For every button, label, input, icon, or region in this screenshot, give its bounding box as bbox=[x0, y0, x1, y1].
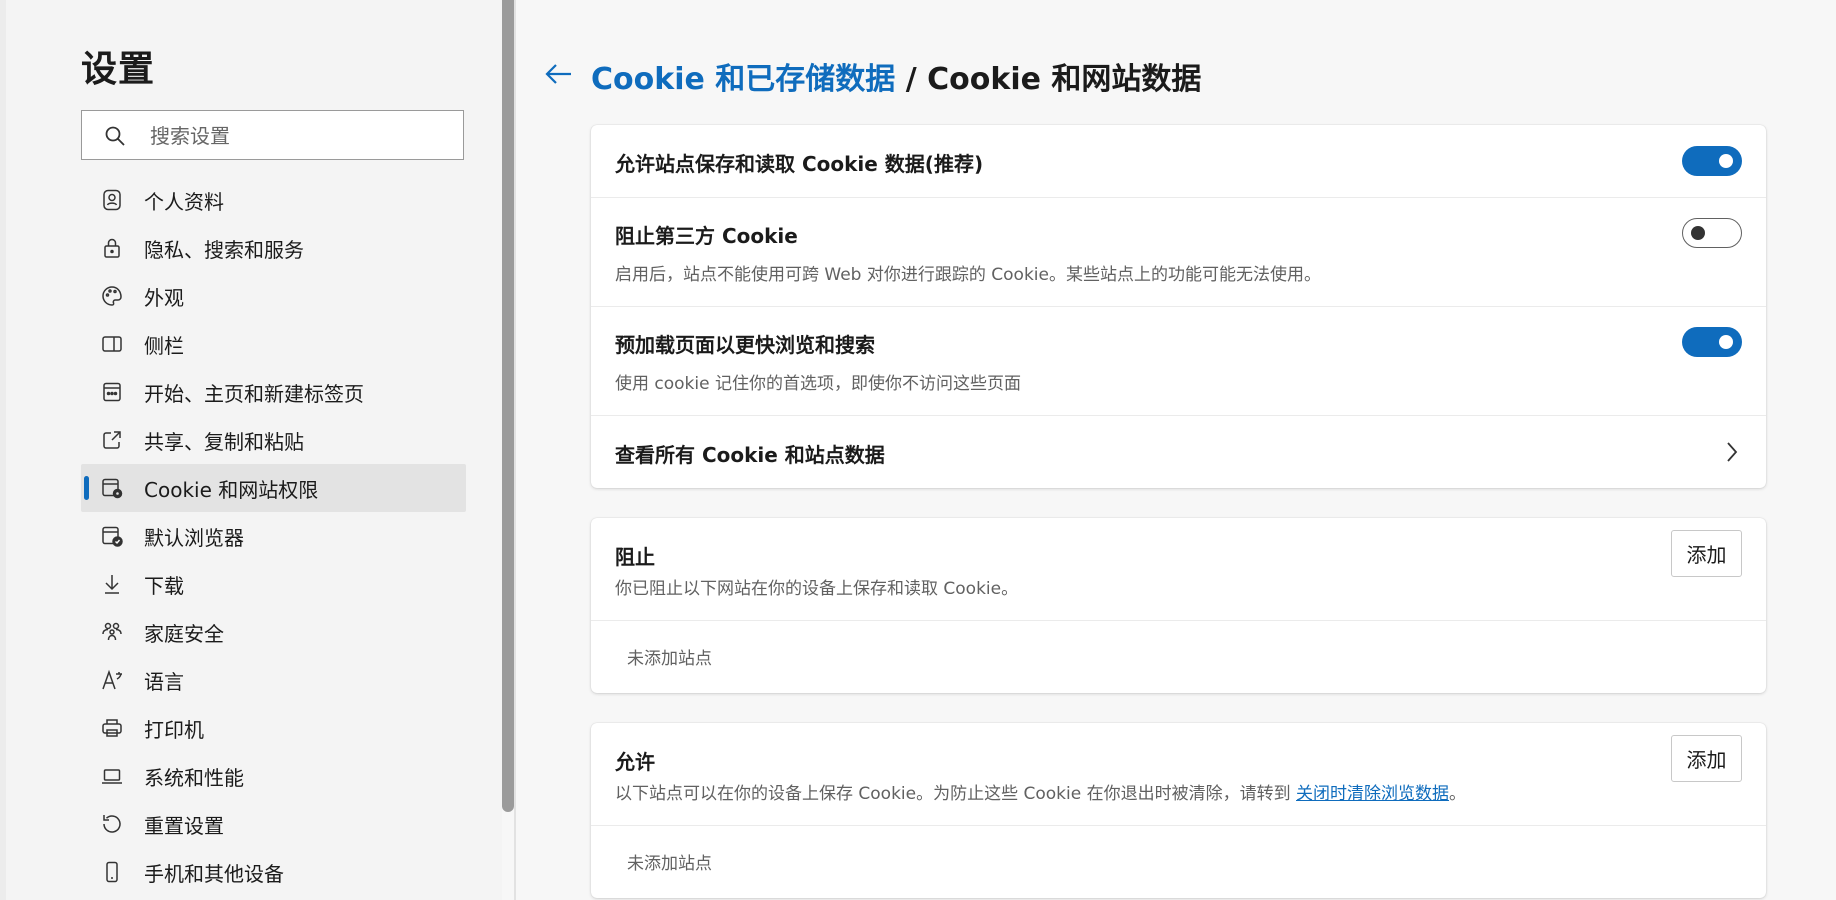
block-empty-text: 未添加站点 bbox=[627, 649, 712, 669]
printer-icon bbox=[102, 719, 122, 737]
allow-cookies-row: 允许站点保存和读取 Cookie 数据(推荐) bbox=[591, 125, 1766, 198]
share-icon bbox=[103, 431, 121, 449]
breadcrumb-separator: / bbox=[905, 62, 917, 97]
sidebar-item-languages[interactable]: 语言 bbox=[81, 656, 466, 704]
reset-icon bbox=[103, 815, 121, 833]
sidebar-item-label: 系统和性能 bbox=[144, 765, 244, 790]
sidebar-item-cookies-permissions[interactable]: Cookie 和网站权限 bbox=[81, 464, 466, 512]
sidebar-edge bbox=[0, 0, 6, 900]
sidebar-item-label: 侧栏 bbox=[144, 333, 184, 358]
allow-section-description: 以下站点可以在你的设备上保存 Cookie。为防止这些 Cookie 在你退出时… bbox=[615, 779, 1466, 804]
chevron-right-icon bbox=[1727, 442, 1738, 462]
allow-empty-text: 未添加站点 bbox=[627, 854, 712, 874]
allow-empty-row: 未添加站点 bbox=[591, 825, 1766, 898]
sidebar-scrollbar[interactable] bbox=[502, 0, 514, 812]
laptop-icon bbox=[102, 769, 122, 784]
sidebar-title: 设置 bbox=[81, 49, 156, 90]
block-sites-card: 阻止 你已阻止以下网站在你的设备上保存和读取 Cookie。 添加 未添加站点 bbox=[591, 518, 1766, 693]
allow-cookies-title: 允许站点保存和读取 Cookie 数据(推荐) bbox=[615, 152, 984, 176]
block-add-button[interactable]: 添加 bbox=[1671, 530, 1742, 577]
sidebar-item-label: 重置设置 bbox=[144, 813, 224, 838]
palette-icon bbox=[102, 286, 122, 306]
default-browser-icon bbox=[102, 526, 123, 547]
preload-pages-toggle[interactable] bbox=[1682, 327, 1742, 357]
sidebar-icon bbox=[102, 336, 122, 352]
allow-sites-card: 允许 以下站点可以在你的设备上保存 Cookie。为防止这些 Cookie 在你… bbox=[591, 723, 1766, 898]
sidebar-item-label: 家庭安全 bbox=[144, 621, 224, 646]
home-icon bbox=[103, 382, 121, 402]
block-section-description: 你已阻止以下网站在你的设备上保存和读取 Cookie。 bbox=[615, 579, 1019, 599]
sidebar-item-label: 打印机 bbox=[144, 717, 204, 742]
search-box[interactable] bbox=[81, 110, 464, 161]
sidebar-item-label: 语言 bbox=[144, 669, 184, 694]
toggle-knob bbox=[1719, 154, 1733, 168]
cookie-settings-icon bbox=[102, 478, 123, 499]
page-title: Cookie 和网站数据 bbox=[927, 62, 1202, 97]
sidebar-item-label: 默认浏览器 bbox=[144, 525, 244, 550]
preload-pages-row: 预加载页面以更快浏览和搜索 使用 cookie 记住你的首选项，即使你不访问这些… bbox=[591, 306, 1766, 416]
family-icon bbox=[102, 622, 122, 641]
allow-cookies-toggle[interactable] bbox=[1682, 146, 1742, 176]
allow-add-button[interactable]: 添加 bbox=[1671, 735, 1742, 782]
sidebar-nav: 个人资料 隐私、搜索和服务 外观 侧栏 开始、主页和新建标签页 共享、复制和粘贴… bbox=[81, 176, 466, 896]
block-third-party-toggle[interactable] bbox=[1682, 218, 1742, 248]
sidebar-item-label: 个人资料 bbox=[144, 189, 224, 214]
preload-pages-title: 预加载页面以更快浏览和搜索 bbox=[615, 333, 875, 357]
back-arrow-icon[interactable] bbox=[543, 58, 575, 90]
profile-icon bbox=[103, 189, 121, 211]
breadcrumb-parent-link[interactable]: Cookie 和已存储数据 bbox=[591, 62, 895, 97]
allow-section-title: 允许 bbox=[615, 750, 655, 774]
sidebar-item-phone-devices[interactable]: 手机和其他设备 bbox=[81, 848, 466, 896]
block-third-party-title: 阻止第三方 Cookie bbox=[615, 224, 798, 248]
settings-sidebar: 设置 个人资料 隐私、搜索和服务 外观 bbox=[0, 0, 502, 900]
cookie-settings-card: 允许站点保存和读取 Cookie 数据(推荐) 阻止第三方 Cookie 启用后… bbox=[591, 125, 1766, 488]
sidebar-item-label: 开始、主页和新建标签页 bbox=[144, 381, 364, 406]
view-all-cookies-title: 查看所有 Cookie 和站点数据 bbox=[615, 443, 885, 467]
main-content: Cookie 和已存储数据 / Cookie 和网站数据 允许站点保存和读取 C… bbox=[516, 0, 1836, 900]
sidebar-item-sidebar[interactable]: 侧栏 bbox=[81, 320, 466, 368]
sidebar-item-privacy[interactable]: 隐私、搜索和服务 bbox=[81, 224, 466, 272]
breadcrumb: Cookie 和已存储数据 / Cookie 和网站数据 bbox=[591, 54, 1201, 98]
sidebar-item-label: 手机和其他设备 bbox=[144, 861, 284, 886]
toggle-knob bbox=[1719, 335, 1733, 349]
toggle-knob bbox=[1691, 226, 1705, 240]
block-third-party-description: 启用后，站点不能使用可跨 Web 对你进行跟踪的 Cookie。某些站点上的功能… bbox=[615, 265, 1321, 285]
sidebar-item-default-browser[interactable]: 默认浏览器 bbox=[81, 512, 466, 560]
sidebar-item-profile[interactable]: 个人资料 bbox=[81, 176, 466, 224]
clear-on-close-link[interactable]: 关闭时清除浏览数据 bbox=[1296, 784, 1449, 804]
sidebar-item-label: 共享、复制和粘贴 bbox=[144, 429, 304, 454]
sidebar-item-label: 下载 bbox=[144, 573, 184, 598]
language-icon bbox=[102, 669, 122, 690]
sidebar-item-printers[interactable]: 打印机 bbox=[81, 704, 466, 752]
preload-pages-description: 使用 cookie 记住你的首选项，即使你不访问这些页面 bbox=[615, 374, 1021, 394]
allow-header-row: 允许 以下站点可以在你的设备上保存 Cookie。为防止这些 Cookie 在你… bbox=[591, 723, 1766, 826]
search-icon bbox=[105, 126, 125, 146]
block-empty-row: 未添加站点 bbox=[591, 620, 1766, 693]
block-third-party-row: 阻止第三方 Cookie 启用后，站点不能使用可跨 Web 对你进行跟踪的 Co… bbox=[591, 197, 1766, 307]
sidebar-item-label: Cookie 和网站权限 bbox=[144, 477, 319, 502]
sidebar-item-system-performance[interactable]: 系统和性能 bbox=[81, 752, 466, 800]
sidebar-item-downloads[interactable]: 下载 bbox=[81, 560, 466, 608]
phone-icon bbox=[106, 861, 118, 883]
block-header-row: 阻止 你已阻止以下网站在你的设备上保存和读取 Cookie。 添加 bbox=[591, 518, 1766, 621]
sidebar-item-reset[interactable]: 重置设置 bbox=[81, 800, 466, 848]
block-section-title: 阻止 bbox=[615, 545, 655, 569]
sidebar-item-share-copy-paste[interactable]: 共享、复制和粘贴 bbox=[81, 416, 466, 464]
search-input[interactable] bbox=[148, 111, 452, 161]
sidebar-item-appearance[interactable]: 外观 bbox=[81, 272, 466, 320]
download-icon bbox=[105, 575, 119, 594]
allow-description-end: 。 bbox=[1449, 784, 1467, 804]
sidebar-item-label: 外观 bbox=[144, 285, 184, 310]
sidebar-item-start-home[interactable]: 开始、主页和新建标签页 bbox=[81, 368, 466, 416]
sidebar-item-family-safety[interactable]: 家庭安全 bbox=[81, 608, 466, 656]
lock-icon bbox=[104, 238, 120, 258]
view-all-cookies-row[interactable]: 查看所有 Cookie 和站点数据 bbox=[591, 415, 1766, 488]
sidebar-item-label: 隐私、搜索和服务 bbox=[144, 237, 304, 262]
allow-description-text: 以下站点可以在你的设备上保存 Cookie。为防止这些 Cookie 在你退出时… bbox=[615, 784, 1297, 804]
